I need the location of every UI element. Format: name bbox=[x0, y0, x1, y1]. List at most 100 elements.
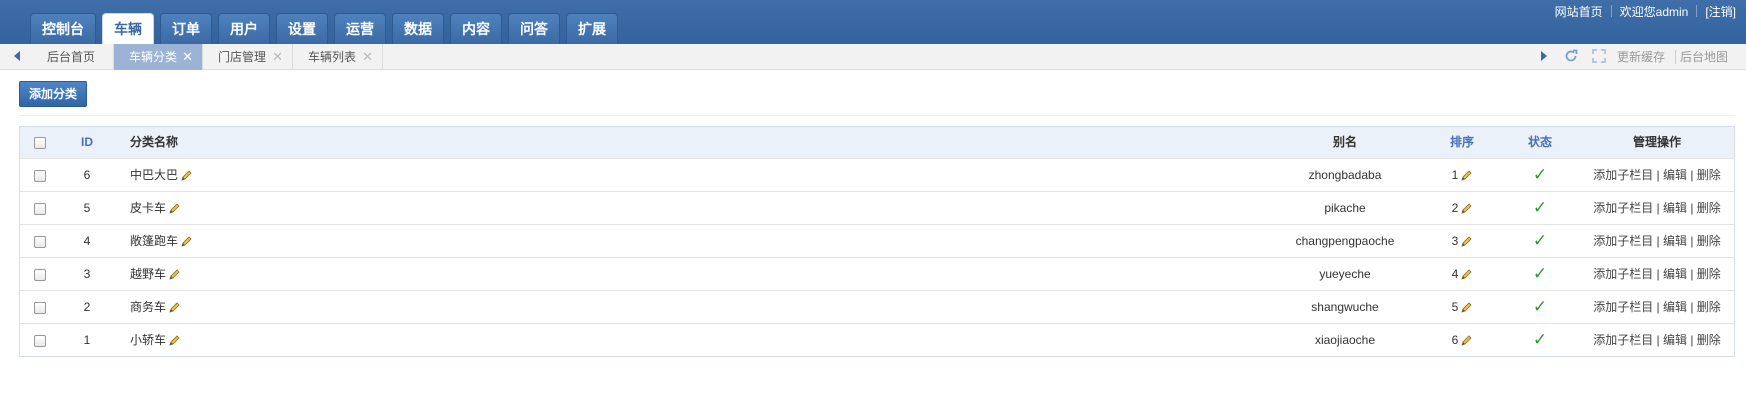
category-table: ID 分类名称 别名 排序 状态 管理操作 6 中巴大巴 zhongbadaba… bbox=[19, 126, 1735, 357]
category-name: 敞篷跑车 bbox=[130, 234, 179, 248]
header-name: 分类名称 bbox=[130, 135, 179, 149]
edit-pencil-icon[interactable] bbox=[168, 335, 180, 347]
status-check-icon[interactable]: ✓ bbox=[1520, 192, 1560, 224]
table-row: 6 中巴大巴 zhongbadaba 1 ✓ 添加子栏目 | 编辑 | 删除 bbox=[20, 158, 1734, 191]
logout-link[interactable]: [注销] bbox=[1705, 3, 1736, 20]
edit-pencil-icon[interactable] bbox=[168, 269, 180, 281]
row-ops-links[interactable]: 添加子栏目 | 编辑 | 删除 bbox=[1580, 291, 1734, 323]
row-alias: shangwuche bbox=[1311, 300, 1379, 314]
top-navigation-bar: 控制台 车辆 订单 用户 设置 运营 数据 内容 问答 扩展 网站首页 欢迎您a… bbox=[0, 0, 1746, 44]
close-icon[interactable]: ✕ bbox=[272, 44, 283, 70]
fullscreen-icon[interactable] bbox=[1592, 49, 1606, 63]
row-id: 5 bbox=[83, 201, 91, 215]
add-category-button[interactable]: 添加分类 bbox=[19, 81, 87, 107]
row-ops-links[interactable]: 添加子栏目 | 编辑 | 删除 bbox=[1580, 324, 1734, 356]
row-sort: 4 bbox=[1440, 258, 1484, 290]
header-id[interactable]: ID bbox=[72, 127, 102, 158]
edit-pencil-icon[interactable] bbox=[1460, 335, 1472, 347]
nav-tab-users[interactable]: 用户 bbox=[218, 13, 270, 44]
main-content: 添加分类 ID 分类名称 别名 排序 状态 管理操作 6 中巴大巴 zhongb… bbox=[0, 71, 1746, 406]
edit-pencil-icon[interactable] bbox=[168, 302, 180, 314]
nav-tab-orders[interactable]: 订单 bbox=[160, 13, 212, 44]
table-row: 4 敞篷跑车 changpengpaoche 3 ✓ 添加子栏目 | 编辑 | … bbox=[20, 224, 1734, 257]
row-ops-links[interactable]: 添加子栏目 | 编辑 | 删除 bbox=[1580, 192, 1734, 224]
edit-pencil-icon[interactable] bbox=[1460, 170, 1472, 182]
window-tab-vehicle-category[interactable]: 车辆分类 ✕ bbox=[114, 44, 203, 70]
select-all-checkbox[interactable] bbox=[34, 136, 46, 149]
row-checkbox[interactable] bbox=[34, 169, 46, 182]
table-row: 5 皮卡车 pikache 2 ✓ 添加子栏目 | 编辑 | 删除 bbox=[20, 191, 1734, 224]
header-sort[interactable]: 排序 bbox=[1440, 127, 1484, 158]
sort-value: 2 bbox=[1451, 201, 1459, 215]
main-nav: 控制台 车辆 订单 用户 设置 运营 数据 内容 问答 扩展 bbox=[30, 13, 624, 44]
table-header-row: ID 分类名称 别名 排序 状态 管理操作 bbox=[20, 127, 1734, 158]
row-checkbox[interactable] bbox=[34, 235, 46, 248]
window-tab-bar: 后台首页 车辆分类 ✕ 门店管理 ✕ 车辆列表 ✕ 更新缓存 后台地图 bbox=[0, 44, 1746, 70]
row-checkbox[interactable] bbox=[34, 202, 46, 215]
nav-tab-settings[interactable]: 设置 bbox=[276, 13, 328, 44]
category-name: 皮卡车 bbox=[130, 201, 167, 215]
tabs-scroll-left-icon[interactable] bbox=[14, 51, 20, 61]
nav-tab-vehicles[interactable]: 车辆 bbox=[102, 13, 154, 44]
status-check-icon[interactable]: ✓ bbox=[1520, 225, 1560, 257]
nav-tab-dashboard[interactable]: 控制台 bbox=[30, 13, 96, 44]
row-checkbox-cell bbox=[20, 291, 60, 323]
row-sort: 3 bbox=[1440, 225, 1484, 257]
tabs-scroll-right-icon[interactable] bbox=[1541, 51, 1547, 61]
refresh-cache-link[interactable]: 更新缓存 bbox=[1617, 44, 1665, 70]
nav-tab-operations[interactable]: 运营 bbox=[334, 13, 386, 44]
row-id: 3 bbox=[83, 267, 91, 281]
select-all-checkbox-cell bbox=[20, 127, 60, 158]
edit-pencil-icon[interactable] bbox=[1460, 269, 1472, 281]
window-tab-label: 后台首页 bbox=[47, 50, 96, 64]
content-divider bbox=[19, 115, 1735, 116]
row-checkbox[interactable] bbox=[34, 268, 46, 281]
row-sort: 6 bbox=[1440, 324, 1484, 356]
row-alias: changpengpaoche bbox=[1295, 234, 1395, 248]
row-alias: zhongbadaba bbox=[1308, 168, 1382, 182]
row-checkbox[interactable] bbox=[34, 334, 46, 347]
admin-map-link[interactable]: 后台地图 bbox=[1680, 44, 1728, 70]
window-tab-store-management[interactable]: 门店管理 ✕ bbox=[203, 44, 293, 70]
row-alias: yueyeche bbox=[1319, 267, 1371, 281]
top-link-divider bbox=[1610, 5, 1612, 17]
category-name: 中巴大巴 bbox=[130, 168, 179, 182]
refresh-icon[interactable] bbox=[1564, 49, 1578, 63]
status-check-icon[interactable]: ✓ bbox=[1520, 258, 1560, 290]
close-icon[interactable]: ✕ bbox=[362, 44, 373, 70]
close-icon[interactable]: ✕ bbox=[182, 44, 193, 70]
window-tab-label: 车辆分类 bbox=[129, 50, 178, 64]
status-check-icon[interactable]: ✓ bbox=[1520, 291, 1560, 323]
row-name: 敞篷跑车 bbox=[130, 225, 430, 257]
window-tab-vehicle-list[interactable]: 车辆列表 ✕ bbox=[293, 44, 383, 70]
edit-pencil-icon[interactable] bbox=[1460, 302, 1472, 314]
row-checkbox-cell bbox=[20, 192, 60, 224]
row-ops-links[interactable]: 添加子栏目 | 编辑 | 删除 bbox=[1580, 258, 1734, 290]
nav-tab-extensions[interactable]: 扩展 bbox=[566, 13, 618, 44]
edit-pencil-icon[interactable] bbox=[180, 236, 192, 248]
window-tab-admin-home[interactable]: 后台首页 bbox=[32, 44, 114, 70]
row-ops-links[interactable]: 添加子栏目 | 编辑 | 删除 bbox=[1580, 225, 1734, 257]
site-home-link[interactable]: 网站首页 bbox=[1555, 3, 1603, 20]
nav-tab-qa[interactable]: 问答 bbox=[508, 13, 560, 44]
category-name: 小轿车 bbox=[130, 333, 167, 347]
row-name: 商务车 bbox=[130, 291, 430, 323]
row-name: 中巴大巴 bbox=[130, 159, 430, 191]
nav-tab-data[interactable]: 数据 bbox=[392, 13, 444, 44]
row-alias: xiaojiaoche bbox=[1314, 333, 1376, 347]
status-check-icon[interactable]: ✓ bbox=[1520, 324, 1560, 356]
status-check-icon[interactable]: ✓ bbox=[1520, 159, 1560, 191]
category-name: 越野车 bbox=[130, 267, 167, 281]
row-checkbox-cell bbox=[20, 159, 60, 191]
edit-pencil-icon[interactable] bbox=[1460, 236, 1472, 248]
edit-pencil-icon[interactable] bbox=[180, 170, 192, 182]
sort-value: 4 bbox=[1451, 267, 1459, 281]
row-id: 4 bbox=[83, 234, 91, 248]
header-status[interactable]: 状态 bbox=[1520, 127, 1560, 158]
table-row: 2 商务车 shangwuche 5 ✓ 添加子栏目 | 编辑 | 删除 bbox=[20, 290, 1734, 323]
edit-pencil-icon[interactable] bbox=[1460, 203, 1472, 215]
edit-pencil-icon[interactable] bbox=[168, 203, 180, 215]
row-ops-links[interactable]: 添加子栏目 | 编辑 | 删除 bbox=[1580, 159, 1734, 191]
nav-tab-content[interactable]: 内容 bbox=[450, 13, 502, 44]
row-checkbox[interactable] bbox=[34, 301, 46, 314]
